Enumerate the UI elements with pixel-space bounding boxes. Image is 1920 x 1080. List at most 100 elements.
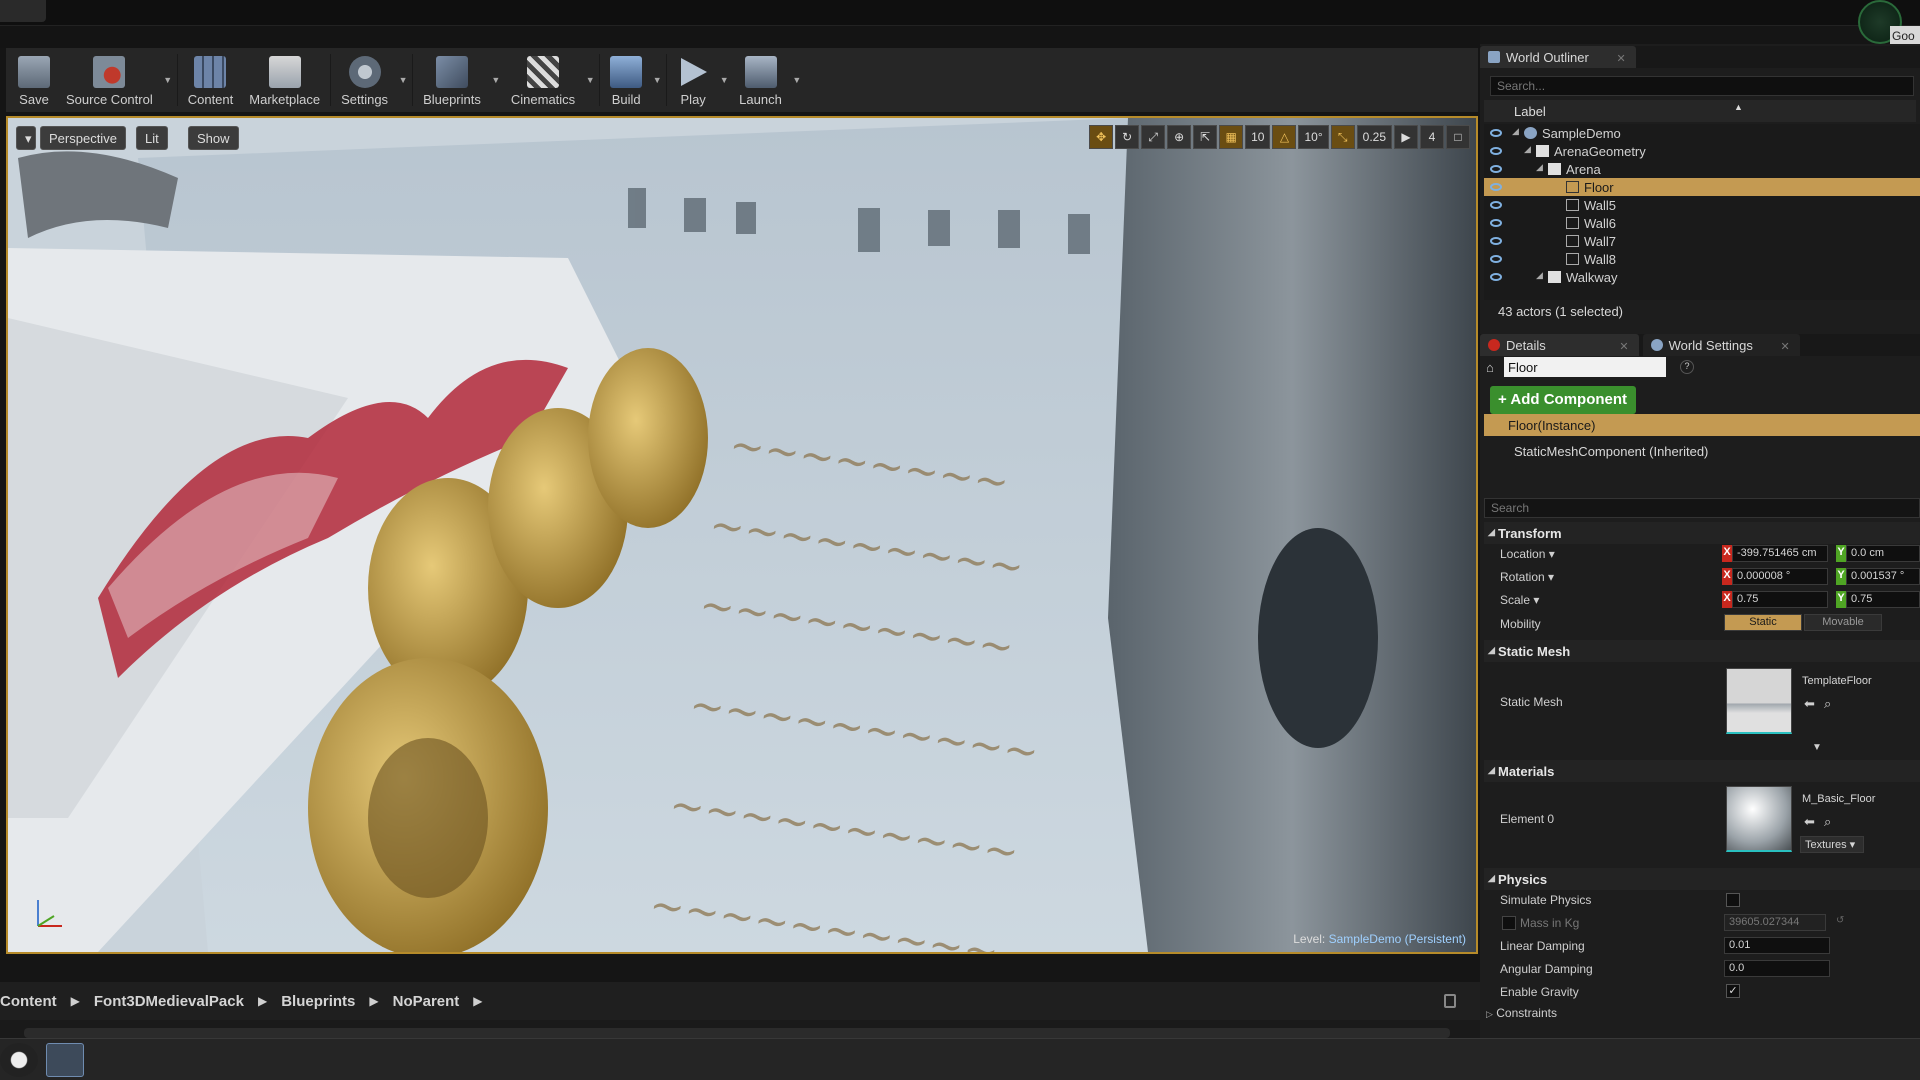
textures-dropdown[interactable]: Textures ▾ (1800, 836, 1864, 853)
maximize-viewport-icon[interactable]: □ (1446, 125, 1470, 149)
outliner-row-wall5[interactable]: Wall5 (1484, 196, 1920, 214)
scale-snap-value[interactable]: 0.25 (1356, 125, 1392, 149)
blueprints-button[interactable]: Blueprints (415, 48, 489, 112)
angular-damping-field[interactable]: 0.0 (1724, 960, 1830, 977)
breadcrumb-font3dmedievalpack[interactable]: Font3DMedievalPack (94, 993, 244, 1010)
material-value[interactable]: M_Basic_Floor (1798, 792, 1920, 809)
save-button[interactable]: Save (10, 48, 58, 112)
mobility-static-toggle[interactable]: Static (1724, 614, 1802, 631)
rotate-tool-icon[interactable]: ↻ (1115, 125, 1140, 149)
breadcrumb-content[interactable]: Content (0, 993, 57, 1010)
reset-arrow-icon[interactable]: ↺ (1836, 915, 1850, 929)
collapse-arrow-icon[interactable]: ◢ (1536, 162, 1543, 173)
material-thumbnail[interactable] (1726, 786, 1792, 852)
visibility-eye-icon[interactable] (1490, 183, 1502, 191)
outliner-row-wall7[interactable]: Wall7 (1484, 232, 1920, 250)
static-mesh-section-header[interactable]: ◢ Static Mesh (1484, 640, 1920, 662)
actor-name-field[interactable]: Floor (1504, 357, 1666, 377)
constraints-row[interactable]: ▷ Constraints (1486, 1006, 1557, 1020)
asset-search-input[interactable] (24, 1028, 1450, 1038)
level-viewport[interactable]: ~~~~~~~~ ~~~~~~~~~ ~~~~~~~~~ ~~~~~~~~~~ … (6, 116, 1478, 954)
scale-x-field[interactable]: 0.75 (1732, 591, 1828, 608)
expand-arrow-icon[interactable]: ▼ (1812, 742, 1826, 756)
tab-details[interactable]: Details ✕ (1480, 334, 1639, 356)
enable-gravity-checkbox[interactable]: ✓ (1726, 984, 1740, 998)
scale-y-field[interactable]: 0.75 (1846, 591, 1920, 608)
collapse-arrow-icon[interactable]: ◢ (1512, 126, 1519, 137)
browse-search-icon[interactable]: ⌕ (1824, 696, 1838, 711)
build-dropdown-icon[interactable]: ▼ (650, 48, 664, 112)
use-selected-arrow-icon[interactable]: ⬅ (1804, 696, 1818, 711)
location-x-field[interactable]: -399.751465 cm (1732, 545, 1828, 562)
rotation-snap-value[interactable]: 10° (1298, 125, 1329, 149)
collapse-arrow-icon[interactable]: ◢ (1524, 144, 1531, 155)
settings-button[interactable]: Settings (333, 48, 396, 112)
scale-property[interactable]: Scale ▾ (1500, 593, 1539, 607)
breadcrumb-blueprints[interactable]: Blueprints (281, 993, 355, 1010)
play-button[interactable]: Play (669, 48, 717, 112)
camera-speed-icon[interactable]: ▶ (1394, 125, 1418, 149)
add-component-button[interactable]: + Add Component ▼ (1490, 386, 1636, 423)
actor-instance-row[interactable]: Floor(Instance) (1484, 414, 1920, 436)
unreal-engine-icon[interactable] (0, 1043, 38, 1077)
mass-override-checkbox[interactable] (1502, 916, 1516, 930)
tab-world-settings[interactable]: World Settings ✕ (1642, 334, 1800, 356)
location-property[interactable]: Location ▾ (1500, 547, 1555, 561)
outliner-row-arena[interactable]: ◢ Arena (1484, 160, 1920, 178)
visibility-eye-icon[interactable] (1490, 219, 1502, 227)
marketplace-button[interactable]: Marketplace (241, 48, 328, 112)
collapse-arrow-icon[interactable]: ◢ (1536, 270, 1543, 281)
visibility-eye-icon[interactable] (1490, 273, 1502, 281)
outliner-search-input[interactable]: Search... (1490, 76, 1914, 96)
editor-tab[interactable] (0, 0, 46, 22)
scale-snap-icon[interactable]: ⤡ (1330, 125, 1355, 149)
settings-dropdown-icon[interactable]: ▼ (396, 48, 410, 112)
use-selected-arrow-icon[interactable]: ⬅ (1804, 814, 1818, 829)
visibility-eye-icon[interactable] (1490, 165, 1502, 173)
simulate-physics-checkbox[interactable] (1726, 893, 1740, 907)
mass-field[interactable]: 39605.027344 (1724, 914, 1826, 931)
close-icon[interactable]: ✕ (1619, 341, 1628, 353)
linear-damping-field[interactable]: 0.01 (1724, 937, 1830, 954)
breadcrumb-arrow-icon[interactable]: ▶ (71, 994, 80, 1008)
visibility-eye-icon[interactable] (1490, 201, 1502, 209)
breadcrumb-arrow-icon[interactable]: ▶ (369, 994, 378, 1008)
cinematics-button[interactable]: Cinematics (503, 48, 583, 112)
static-mesh-value[interactable]: TemplateFloor (1798, 674, 1920, 691)
grid-snap-icon[interactable]: ▦ (1219, 125, 1244, 149)
static-mesh-thumbnail[interactable] (1726, 668, 1792, 734)
grid-snap-value[interactable]: 10 (1245, 125, 1271, 149)
translate-tool-icon[interactable]: ✥ (1089, 125, 1114, 149)
browse-search-icon[interactable]: ⌕ (1824, 814, 1838, 829)
rotation-x-field[interactable]: 0.000008 ° (1732, 568, 1828, 585)
source-control-dropdown-icon[interactable]: ▼ (161, 48, 175, 112)
launch-dropdown-icon[interactable]: ▼ (790, 48, 804, 112)
transform-section-header[interactable]: ◢ Transform (1484, 522, 1920, 544)
materials-section-header[interactable]: ◢ Materials (1484, 760, 1920, 782)
play-dropdown-icon[interactable]: ▼ (717, 48, 731, 112)
camera-speed-value[interactable]: 4 (1420, 125, 1444, 149)
blueprints-dropdown-icon[interactable]: ▼ (489, 48, 503, 112)
rotation-property[interactable]: Rotation ▾ (1500, 570, 1554, 584)
rotation-snap-icon[interactable]: △ (1272, 125, 1297, 149)
build-button[interactable]: Build (602, 48, 650, 112)
outliner-row-wall6[interactable]: Wall6 (1484, 214, 1920, 232)
show-button[interactable]: Show (188, 126, 239, 150)
help-icon[interactable]: ? (1680, 360, 1694, 374)
camera-app-icon[interactable] (46, 1043, 84, 1077)
visibility-eye-icon[interactable] (1490, 147, 1502, 155)
outliner-row-walkway[interactable]: ◢ Walkway (1484, 268, 1920, 286)
outliner-row-sampledemo[interactable]: ◢ SampleDemo (1484, 124, 1920, 142)
scale-tool-icon[interactable]: ⤢ (1141, 125, 1166, 149)
visibility-eye-icon[interactable] (1490, 129, 1502, 137)
visibility-eye-icon[interactable] (1490, 237, 1502, 245)
physics-section-header[interactable]: ◢ Physics (1484, 868, 1920, 890)
outliner-row-wall8[interactable]: Wall8 (1484, 250, 1920, 268)
location-y-field[interactable]: 0.0 cm (1846, 545, 1920, 562)
breadcrumb-noparent[interactable]: NoParent (393, 993, 460, 1010)
tab-world-outliner[interactable]: World Outliner ✕ (1480, 46, 1636, 68)
outliner-row-floor[interactable]: Floor (1484, 178, 1920, 196)
viewport-options-dropdown[interactable]: ▾ (16, 126, 36, 150)
outliner-row-arenageometry[interactable]: ◢ ArenaGeometry (1484, 142, 1920, 160)
lit-button[interactable]: Lit (136, 126, 168, 150)
